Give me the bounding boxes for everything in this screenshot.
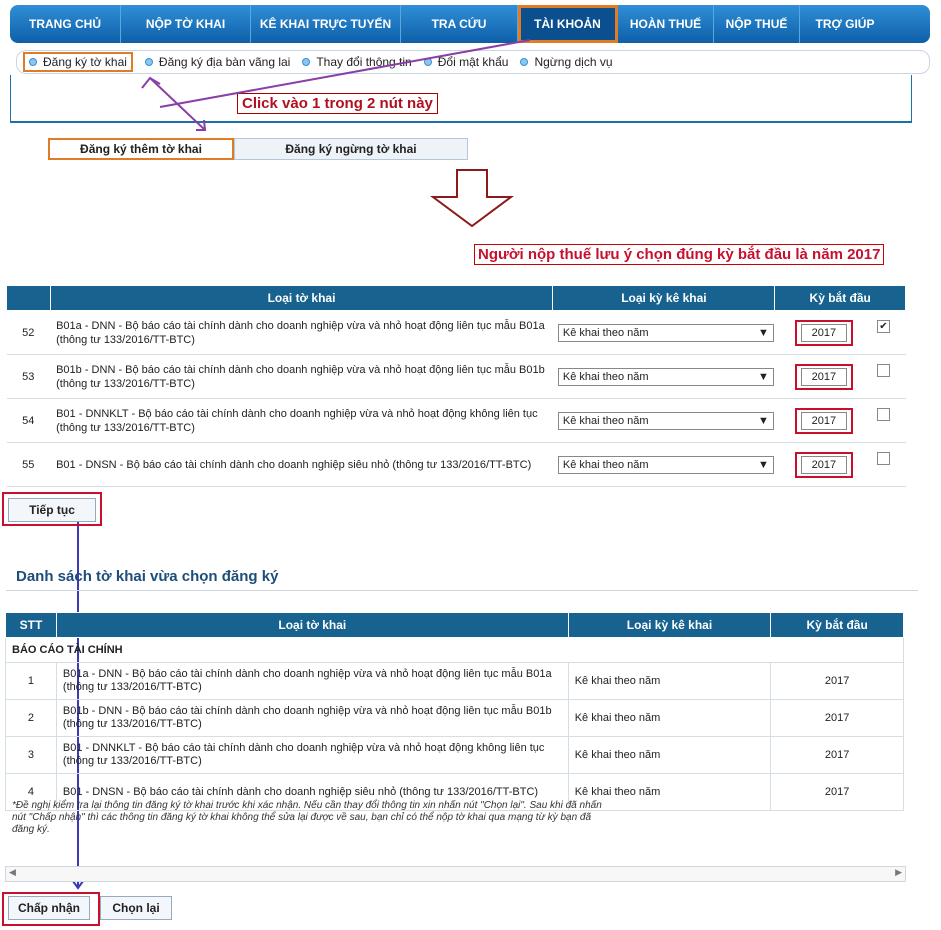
period-value: Kê khai theo năm — [562, 326, 649, 339]
form-name: B01b - DNN - Bộ báo cáo tài chính dành c… — [55, 699, 569, 737]
form-select-table: Loại tờ khai Loại kỳ kê khai Kỳ bắt đầu … — [6, 285, 906, 487]
table-row: 1 B01a - DNN - Bộ báo cáo tài chính dành… — [5, 662, 904, 700]
dropdown-arrow-icon: ▼ — [758, 370, 769, 383]
table-row: 54 B01 - DNNKLT - Bộ báo cáo tài chính d… — [6, 398, 906, 443]
period-select[interactable]: Kê khai theo năm ▼ — [557, 411, 774, 430]
form-name: B01 - DNSN - Bộ báo cáo tài chính dành c… — [50, 442, 553, 487]
accept-button[interactable]: Chấp nhận — [8, 896, 90, 920]
column-header: Loại kỳ kê khai — [552, 285, 776, 311]
continue-button[interactable]: Tiếp tục — [8, 498, 96, 522]
period-value: Kê khai theo năm — [567, 736, 772, 774]
confirmation-note: *Đề nghị kiểm tra lại thông tin đăng ký … — [12, 800, 602, 835]
dropdown-arrow-icon: ▼ — [758, 326, 769, 339]
scroll-right-icon[interactable]: ▶ — [895, 867, 902, 878]
period-value: Kê khai theo năm — [567, 662, 772, 700]
table-row: 2 B01b - DNN - Bộ báo cáo tài chính dành… — [5, 699, 904, 737]
dropdown-arrow-icon: ▼ — [758, 458, 769, 471]
year-highlight: 2017 — [794, 319, 853, 346]
year-highlight: 2017 — [794, 451, 853, 478]
list-frame — [6, 590, 918, 611]
dropdown-arrow-icon: ▼ — [758, 414, 769, 427]
form-name: B01 - DNNKLT - Bộ báo cáo tài chính dành… — [55, 736, 569, 774]
table-row: 52 B01a - DNN - Bộ báo cáo tài chính dàn… — [6, 310, 906, 355]
column-header: Loại kỳ kê khai — [567, 612, 772, 638]
form-name: B01a - DNN - Bộ báo cáo tài chính dành c… — [50, 310, 553, 355]
list-title: Danh sách tờ khai vừa chọn đăng ký — [16, 568, 279, 585]
period-value: Kê khai theo năm — [562, 414, 649, 427]
select-checkbox[interactable] — [876, 363, 890, 377]
period-value: Kê khai theo năm — [567, 699, 772, 737]
start-year: 2017 — [770, 699, 904, 737]
select-checkbox[interactable]: ✔ — [876, 319, 890, 333]
down-arrow-icon — [429, 169, 515, 228]
row-stt: 3 — [5, 736, 57, 774]
period-select[interactable]: Kê khai theo năm ▼ — [557, 455, 774, 474]
start-year-input[interactable]: 2017 — [800, 455, 847, 474]
selected-forms-table: STT Loại tờ khai Loại kỳ kê khai Kỳ bắt … — [5, 612, 904, 811]
column-header: Kỳ bắt đầu — [774, 285, 906, 311]
table-row: 3 B01 - DNNKLT - Bộ báo cáo tài chính dà… — [5, 736, 904, 774]
start-year-input[interactable]: 2017 — [800, 323, 847, 342]
column-header: Loại tờ khai — [55, 612, 569, 638]
period-value: Kê khai theo năm — [562, 370, 649, 383]
form-name: B01b - DNN - Bộ báo cáo tài chính dành c… — [50, 354, 553, 399]
row-stt: 55 — [6, 442, 51, 487]
start-year: 2017 — [770, 662, 904, 700]
column-header: Loại tờ khai — [49, 285, 554, 311]
row-stt: 2 — [5, 699, 57, 737]
year-highlight: 2017 — [794, 363, 853, 390]
start-year: 2017 — [770, 736, 904, 774]
table-row: 55 B01 - DNSN - Bộ báo cáo tài chính dàn… — [6, 442, 906, 487]
row-stt: 53 — [6, 354, 51, 399]
period-select[interactable]: Kê khai theo năm ▼ — [557, 367, 774, 386]
notice-banner: Người nộp thuế lưu ý chọn đúng kỳ bắt đầ… — [474, 244, 885, 265]
column-header: Kỳ bắt đầu — [770, 612, 904, 638]
group-row: BÁO CÁO TÀI CHÍNH — [5, 637, 904, 663]
start-year-input[interactable]: 2017 — [800, 367, 847, 386]
group-label: BÁO CÁO TÀI CHÍNH — [5, 637, 904, 663]
scroll-left-icon[interactable]: ◀ — [9, 867, 16, 878]
row-stt: 54 — [6, 398, 51, 443]
select-checkbox[interactable] — [876, 451, 890, 465]
horizontal-scrollbar[interactable]: ◀ ▶ — [5, 866, 906, 882]
column-header — [6, 285, 51, 311]
select-checkbox[interactable] — [876, 407, 890, 421]
start-year-input[interactable]: 2017 — [800, 411, 847, 430]
period-value: Kê khai theo năm — [562, 458, 649, 471]
year-highlight: 2017 — [794, 407, 853, 434]
column-header: STT — [5, 612, 57, 638]
form-name: B01a - DNN - Bộ báo cáo tài chính dành c… — [55, 662, 569, 700]
period-select[interactable]: Kê khai theo năm ▼ — [557, 323, 774, 342]
row-stt: 52 — [6, 310, 51, 355]
start-year: 2017 — [770, 773, 904, 811]
form-name: B01 - DNNKLT - Bộ báo cáo tài chính dành… — [50, 398, 553, 443]
table-row: 53 B01b - DNN - Bộ báo cáo tài chính dàn… — [6, 354, 906, 399]
reselect-button[interactable]: Chọn lại — [100, 896, 172, 920]
row-stt: 1 — [5, 662, 57, 700]
